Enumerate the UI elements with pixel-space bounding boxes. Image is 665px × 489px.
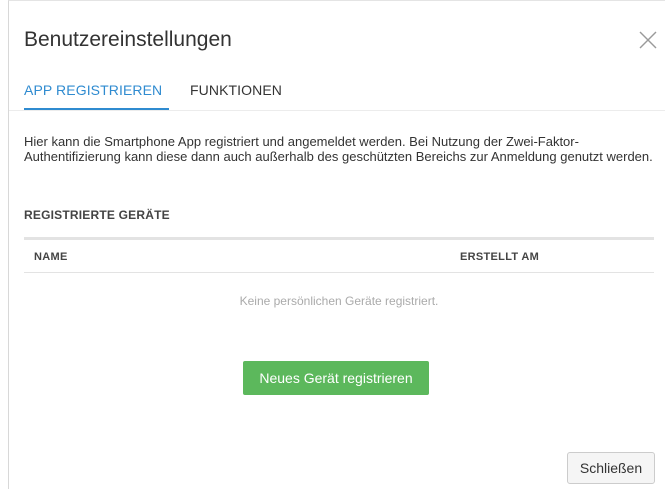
empty-table-message: Keine persönlichen Geräte registriert. xyxy=(239,294,439,308)
description-text: Hier kann die Smartphone App registriert… xyxy=(24,134,653,164)
close-button[interactable]: Schließen xyxy=(567,452,655,484)
devices-table-header: NAME ERSTELLT AM xyxy=(24,237,654,273)
column-header-name[interactable]: NAME xyxy=(34,251,68,263)
tab-funktionen[interactable]: FUNKTIONEN xyxy=(190,81,282,99)
close-icon[interactable] xyxy=(638,30,658,50)
active-tab-indicator xyxy=(24,108,169,110)
tab-app-registrieren[interactable]: APP REGISTRIEREN xyxy=(24,81,162,99)
tab-bar: APP REGISTRIEREN FUNKTIONEN xyxy=(9,69,665,111)
settings-dialog: Benutzereinstellungen APP REGISTRIEREN F… xyxy=(8,0,665,489)
section-title: REGISTRIERTE GERÄTE xyxy=(24,208,170,222)
column-header-created[interactable]: ERSTELLT AM xyxy=(460,251,539,263)
dialog-title: Benutzereinstellungen xyxy=(24,28,232,51)
register-device-button[interactable]: Neues Gerät registrieren xyxy=(243,361,429,395)
